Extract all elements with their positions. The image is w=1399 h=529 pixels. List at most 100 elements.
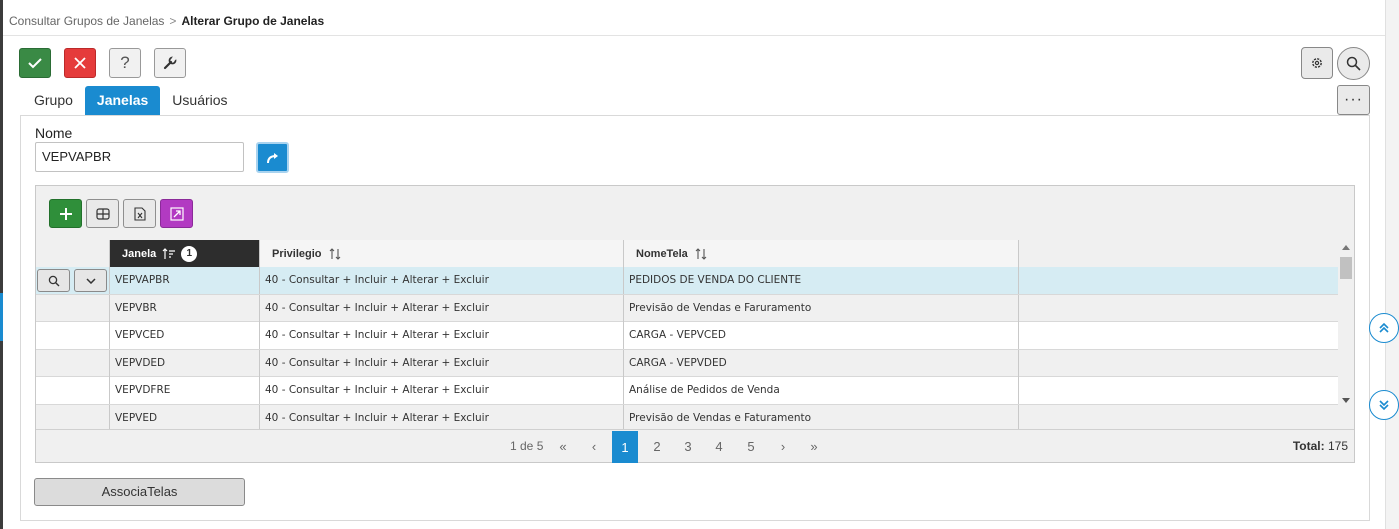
prev-page-button[interactable]: ‹ [581, 430, 607, 463]
scroll-down-arrow[interactable] [1342, 398, 1350, 403]
row-view-button[interactable] [37, 269, 70, 292]
search-icon [48, 275, 59, 286]
total-count: Total: 175 [1293, 430, 1348, 463]
grid-scroll-thumb[interactable] [1340, 257, 1352, 279]
export-excel-button[interactable] [123, 199, 156, 228]
double-chevron-down-icon [1379, 400, 1389, 411]
tab-bar: Grupo Janelas Usuários [22, 86, 240, 115]
column-header-janela[interactable]: Janela 1 [110, 240, 260, 267]
excel-file-icon [133, 206, 146, 221]
nome-input[interactable]: VEPVAPBR [35, 142, 244, 172]
page-4-button[interactable]: 4 [706, 430, 732, 463]
cancel-button[interactable] [64, 48, 96, 78]
help-button[interactable]: ? [109, 48, 141, 78]
plus-icon [59, 207, 72, 220]
cell-janela: VEPVED [110, 404, 260, 429]
column-header-nometela-label: NomeTela [636, 247, 688, 260]
sort-order-badge: 1 [181, 245, 198, 262]
scroll-up-arrow[interactable] [1342, 245, 1350, 250]
wrench-icon [163, 56, 177, 70]
row-actions-cell [36, 404, 110, 429]
column-header-privilegio[interactable]: Privilegio [260, 240, 624, 267]
cell-privilegio: 40 - Consultar + Incluir + Alterar + Exc… [260, 349, 624, 377]
page-3-button[interactable]: 3 [675, 430, 701, 463]
column-header-nometela[interactable]: NomeTela [624, 240, 1019, 267]
grid-icon [95, 207, 110, 220]
grid-body: VEPVAPBR 40 - Consultar + Incluir + Alte… [36, 267, 1338, 429]
table-row[interactable]: VEPVBR 40 - Consultar + Incluir + Altera… [36, 294, 1338, 322]
breadcrumb: Consultar Grupos de Janelas > Alterar Grup… [9, 14, 324, 28]
page-2-button[interactable]: 2 [644, 430, 670, 463]
table-row[interactable]: VEPVDFRE 40 - Consultar + Incluir + Alte… [36, 377, 1338, 405]
page-1-button[interactable]: 1 [612, 431, 638, 463]
settings-button[interactable] [1301, 47, 1333, 79]
grid-scrollbar[interactable] [1338, 240, 1354, 429]
cell-privilegio: 40 - Consultar + Incluir + Alterar + Exc… [260, 294, 624, 322]
cell-nometela: CARGA - VEPVCED [624, 322, 1019, 349]
breadcrumb-parent-link[interactable]: Consultar Grupos de Janelas [9, 14, 164, 28]
row-actions-cell [36, 377, 110, 404]
cell-privilegio: 40 - Consultar + Incluir + Alterar + Exc… [260, 377, 624, 404]
table-row[interactable]: VEPVCED 40 - Consultar + Incluir + Alter… [36, 322, 1338, 350]
sort-ascending-icon[interactable] [162, 247, 176, 260]
header-divider [3, 35, 1385, 36]
table-row[interactable]: VEPVED 40 - Consultar + Incluir + Altera… [36, 404, 1338, 429]
cell-janela: VEPVDFRE [110, 377, 260, 404]
page-scrollbar[interactable] [1385, 0, 1399, 529]
cell-janela: VEPVDED [110, 349, 260, 377]
chevron-down-icon [85, 277, 96, 284]
cell-janela: VEPVCED [110, 322, 260, 349]
next-page-button[interactable]: › [770, 430, 796, 463]
cell-nometela: Previsão de Vendas e Faturamento [624, 404, 1019, 429]
column-header-janela-label: Janela [122, 247, 157, 260]
search-button[interactable] [1337, 47, 1370, 80]
left-edge-bar [0, 0, 3, 529]
check-icon [28, 58, 42, 69]
left-edge-accent [0, 293, 3, 341]
pagination-bar: 1 de 5 « ‹ 1 2 3 4 5 › » Total: 175 [36, 429, 1354, 463]
total-label: Total: [1292, 439, 1325, 453]
cell-privilegio: 40 - Consultar + Incluir + Alterar + Exc… [260, 404, 624, 429]
ellipsis-icon: ··· [1344, 91, 1363, 108]
cell-nometela: Análise de Pedidos de Venda [624, 377, 1019, 404]
cell-nometela: Previsão de Vendas e Faruramento [624, 294, 1019, 322]
cell-privilegio: 40 - Consultar + Incluir + Alterar + Exc… [260, 322, 624, 349]
scroll-top-button[interactable] [1369, 313, 1399, 343]
help-icon: ? [120, 53, 130, 72]
nome-label: Nome [35, 125, 73, 141]
share-arrow-icon [266, 152, 278, 163]
tools-button[interactable] [154, 48, 186, 78]
first-page-button[interactable]: « [550, 430, 576, 463]
gear-icon [1312, 58, 1322, 68]
row-actions-cell [36, 349, 110, 377]
search-icon [1346, 56, 1361, 71]
header-actions-cell [36, 240, 110, 267]
columns-button[interactable] [86, 199, 119, 228]
breadcrumb-separator: > [169, 14, 177, 28]
table-row[interactable]: VEPVAPBR 40 - Consultar + Incluir + Alte… [36, 267, 1338, 295]
sort-icon[interactable] [694, 247, 708, 260]
add-row-button[interactable] [49, 199, 82, 228]
last-page-button[interactable]: » [801, 430, 827, 463]
cell-janela: VEPVAPBR [110, 267, 260, 294]
cell-privilegio: 40 - Consultar + Incluir + Alterar + Exc… [260, 267, 624, 294]
row-actions-cell [36, 322, 110, 349]
page-5-button[interactable]: 5 [738, 430, 764, 463]
sort-icon[interactable] [328, 247, 342, 260]
nome-submit-button[interactable] [256, 142, 289, 173]
confirm-button[interactable] [19, 48, 51, 78]
page-info: 1 de 5 [510, 439, 544, 453]
tab-usuarios[interactable]: Usuários [160, 86, 239, 115]
associa-telas-button[interactable]: AssociaTelas [34, 478, 245, 506]
table-row[interactable]: VEPVDED 40 - Consultar + Incluir + Alter… [36, 349, 1338, 377]
expand-button[interactable] [160, 199, 193, 228]
cell-nometela: PEDIDOS DE VENDA DO CLIENTE [624, 267, 1019, 294]
more-options-button[interactable]: ··· [1337, 85, 1370, 115]
row-actions-cell [36, 294, 110, 322]
cell-janela: VEPVBR [110, 294, 260, 322]
tab-grupo[interactable]: Grupo [22, 86, 85, 115]
column-header-privilegio-label: Privilegio [272, 247, 322, 260]
tab-janelas[interactable]: Janelas [84, 86, 161, 115]
row-expand-button[interactable] [74, 269, 107, 292]
scroll-bottom-button[interactable] [1369, 390, 1399, 420]
